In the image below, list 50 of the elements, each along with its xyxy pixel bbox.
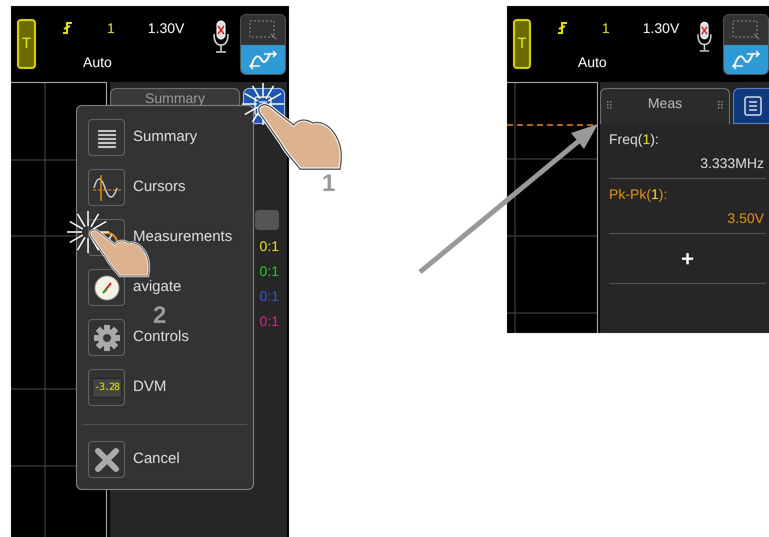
- trigger-channel: 1: [107, 18, 115, 38]
- measurement-label: ):: [650, 130, 659, 148]
- waveform-button[interactable]: [724, 45, 768, 74]
- trigger-channel: 1: [602, 18, 610, 38]
- measurement-label: Pk-Pk(: [609, 185, 651, 203]
- microphone-off-icon: [697, 20, 712, 54]
- label-bar: [255, 210, 279, 230]
- channel-label: 0:1: [260, 287, 279, 306]
- step-number: 2: [153, 306, 166, 326]
- channel-label: 0:1: [260, 262, 279, 281]
- trigger-level: 1.30V: [642, 18, 680, 38]
- grip-icon: [718, 101, 723, 109]
- dvm-display: -3.28: [92, 378, 122, 398]
- grip-icon: [607, 101, 612, 109]
- list-tab[interactable]: [733, 88, 769, 124]
- trigger-button[interactable]: T: [17, 19, 36, 69]
- waveform-arrows-icon: [730, 48, 761, 70]
- waveform-button[interactable]: [241, 45, 285, 74]
- measurement-value: 3.333MHz: [700, 154, 764, 172]
- cancel-item[interactable]: Cancel: [77, 441, 253, 478]
- menu-item[interactable]: Cursors: [88, 169, 186, 206]
- add-measurement-button[interactable]: +: [609, 234, 766, 284]
- list-icon: [744, 96, 762, 116]
- dashed-box-icon: [249, 20, 277, 40]
- close-icon: [94, 446, 120, 472]
- measurement-label: Freq(: [609, 130, 642, 148]
- trigger-level: 1.30V: [148, 18, 184, 38]
- rising-edge-icon: [62, 21, 73, 35]
- dashed-box-icon: [732, 20, 760, 40]
- channel-label: 0:1: [260, 312, 279, 331]
- list-icon: [96, 128, 118, 148]
- trigger-mode: Auto: [83, 54, 112, 70]
- trigger-mode: Auto: [578, 54, 607, 70]
- rising-edge-icon: [556, 21, 568, 35]
- menu-item[interactable]: avigate: [88, 269, 182, 306]
- step-number: 1: [322, 169, 336, 199]
- pointing-hand-icon: [256, 102, 344, 172]
- waveform-arrows-icon: [248, 48, 278, 70]
- trigger-button[interactable]: T: [513, 19, 531, 69]
- microphone-off-icon: [213, 20, 229, 54]
- channel-number: 1: [642, 130, 650, 148]
- zoom-box-button[interactable]: [724, 15, 768, 45]
- menu-item[interactable]: Summary: [88, 119, 198, 156]
- panel-tab[interactable]: Meas: [600, 88, 730, 124]
- measurement-value: 3.50V: [727, 209, 764, 227]
- menu-item[interactable]: -3.28 DVM: [88, 369, 166, 406]
- zoom-box-button[interactable]: [241, 15, 285, 45]
- channel-number: 1: [651, 185, 659, 203]
- channel-label: 0:1: [260, 237, 279, 256]
- measurement-label: ):: [658, 185, 668, 203]
